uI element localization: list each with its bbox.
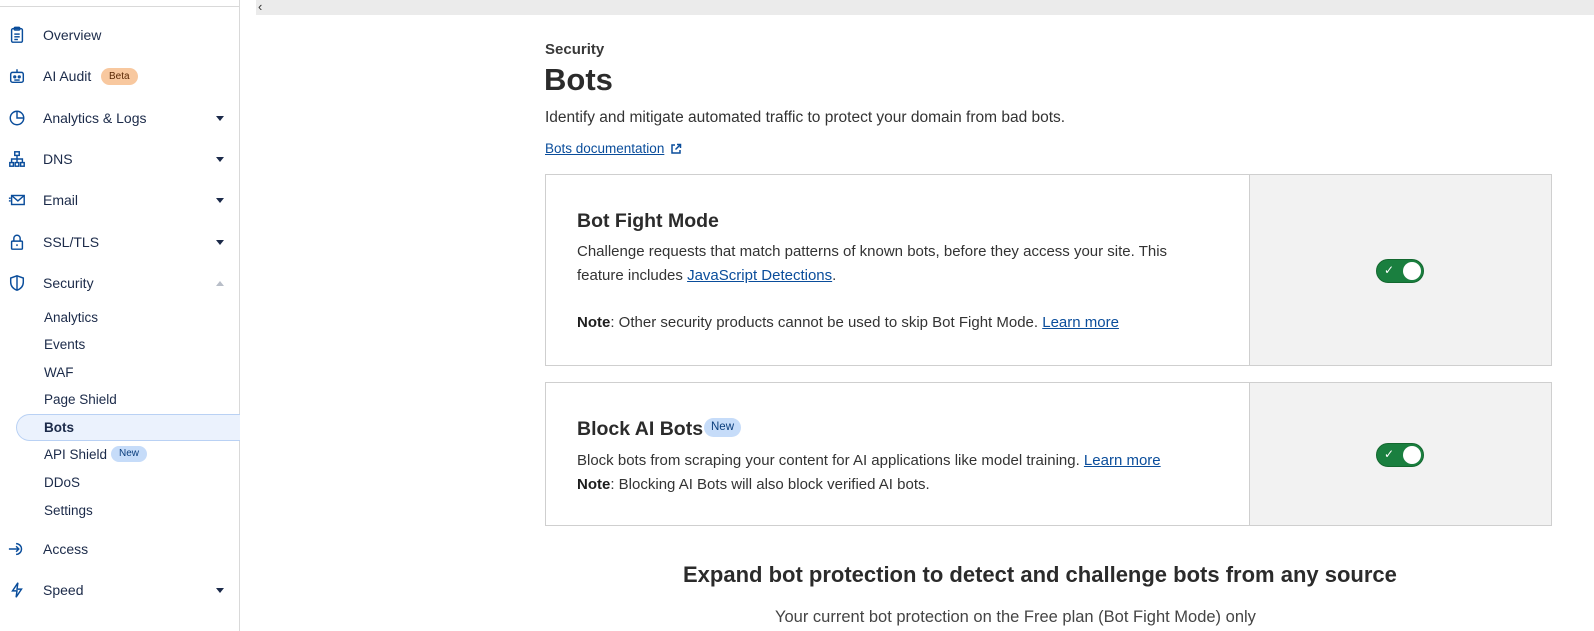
page-title: Bots (544, 62, 613, 97)
bots-documentation-link[interactable]: Bots documentation (545, 141, 682, 156)
doc-link-label: Bots documentation (545, 141, 665, 156)
sidebar-item-label: AI Audit (43, 68, 92, 84)
text-fragment: Block bots from scraping your content fo… (577, 452, 1084, 469)
expand-protection-subtitle: Your current bot protection on the Free … (775, 608, 1256, 626)
javascript-detections-link[interactable]: JavaScript Detections (687, 267, 832, 284)
bot-fight-mode-toggle[interactable]: ✓ (1376, 259, 1424, 283)
sidebar-subitem-bots[interactable]: Bots (44, 420, 74, 435)
toggle-knob (1403, 262, 1421, 280)
sidebar-subitem-analytics[interactable]: Analytics (44, 310, 98, 325)
card-note: Note: Blocking AI Bots will also block v… (577, 473, 1217, 497)
chevron-down-icon[interactable] (216, 239, 224, 245)
card-description-line: Challenge requests that match patterns o… (577, 243, 1168, 260)
card-title: Block AI Bots (577, 418, 704, 440)
sidebar-item-label: DNS (43, 151, 73, 167)
new-badge: New (111, 446, 148, 462)
learn-more-link[interactable]: Learn more (1084, 452, 1161, 469)
collapse-bar (256, 0, 1594, 15)
sidebar-subitem-events[interactable]: Events (44, 337, 85, 352)
beta-badge: Beta (101, 68, 138, 85)
sidebar-item-label: SSL/TLS (43, 234, 100, 250)
sidebar: Overview AI Audit Beta Analytics & Logs … (0, 0, 240, 631)
card-description-line: feature includes JavaScript Detections. (577, 264, 1217, 288)
robot-icon (7, 66, 27, 86)
sidebar-item-speed[interactable]: Speed (0, 572, 239, 608)
sidebar-item-email[interactable]: Email (0, 182, 239, 218)
chevron-down-icon[interactable] (216, 156, 224, 162)
external-link-icon (671, 143, 682, 154)
card-control-panel: ✓ (1249, 383, 1551, 525)
toggle-knob (1403, 446, 1421, 464)
sidebar-subitem-ddos[interactable]: DDoS (44, 475, 80, 490)
page-eyebrow: Security (545, 41, 605, 58)
note-label: Note (577, 314, 611, 331)
sidebar-item-dns[interactable]: DNS (0, 141, 239, 177)
clipboard-icon (7, 25, 27, 45)
chevron-up-icon[interactable] (216, 280, 224, 286)
sidebar-item-security[interactable]: Security (0, 265, 239, 301)
sidebar-item-overview[interactable]: Overview (0, 17, 239, 53)
sidebar-item-label: Email (43, 192, 79, 208)
note-text: : Blocking AI Bots will also block verif… (610, 476, 930, 493)
text-fragment: . (832, 267, 837, 284)
note-text: : Other security products cannot be used… (610, 314, 1043, 331)
bot-fight-mode-card: Bot Fight Mode Challenge requests that m… (545, 174, 1552, 366)
note-label: Note (577, 476, 611, 493)
expand-protection-title: Expand bot protection to detect and chal… (683, 562, 1397, 587)
sidebar-item-label: Access (43, 541, 89, 557)
shield-icon (7, 273, 27, 293)
sidebar-subitem-page-shield[interactable]: Page Shield (44, 392, 117, 407)
chevron-down-icon[interactable] (216, 197, 224, 203)
sidebar-item-access[interactable]: Access (0, 531, 239, 567)
sidebar-item-label: Security (43, 275, 94, 291)
chevron-down-icon[interactable] (216, 587, 224, 593)
learn-more-link[interactable]: Learn more (1042, 314, 1119, 331)
check-icon: ✓ (1384, 447, 1395, 461)
card-description: Challenge requests that match patterns o… (577, 240, 1217, 288)
envelope-icon (7, 190, 27, 210)
check-icon: ✓ (1384, 263, 1395, 277)
block-ai-bots-card: Block AI Bots New Block bots from scrapi… (545, 382, 1552, 526)
card-description-line: Block bots from scraping your content fo… (577, 449, 1217, 473)
sidebar-subitem-settings[interactable]: Settings (44, 503, 93, 518)
sidebar-item-label: Speed (43, 582, 84, 598)
card-control-panel: ✓ (1249, 175, 1551, 365)
card-title: Bot Fight Mode (577, 210, 719, 232)
block-ai-bots-toggle[interactable]: ✓ (1376, 443, 1424, 467)
sidebar-item-label: Analytics & Logs (43, 110, 147, 126)
sidebar-item-ssl-tls[interactable]: SSL/TLS (0, 224, 239, 260)
sidebar-divider (0, 6, 239, 7)
access-icon (7, 539, 27, 559)
sidebar-item-label: Overview (43, 27, 102, 43)
sidebar-subitem-api-shield[interactable]: API Shield (44, 447, 107, 462)
sidebar-item-analytics-logs[interactable]: Analytics & Logs (0, 100, 239, 136)
lock-icon (7, 232, 27, 252)
chevron-left-icon[interactable]: ‹ (258, 0, 270, 14)
sidebar-subitem-waf[interactable]: WAF (44, 365, 74, 380)
new-badge: New (704, 418, 742, 437)
card-note: Note: Other security products cannot be … (577, 311, 1217, 335)
lightning-icon (7, 580, 27, 600)
network-icon (7, 149, 27, 169)
page-description: Identify and mitigate automated traffic … (545, 109, 1066, 126)
chevron-down-icon[interactable] (216, 115, 224, 121)
card-description: Block bots from scraping your content fo… (577, 449, 1217, 497)
text-fragment: feature includes (577, 267, 688, 284)
pie-chart-icon (7, 108, 27, 128)
